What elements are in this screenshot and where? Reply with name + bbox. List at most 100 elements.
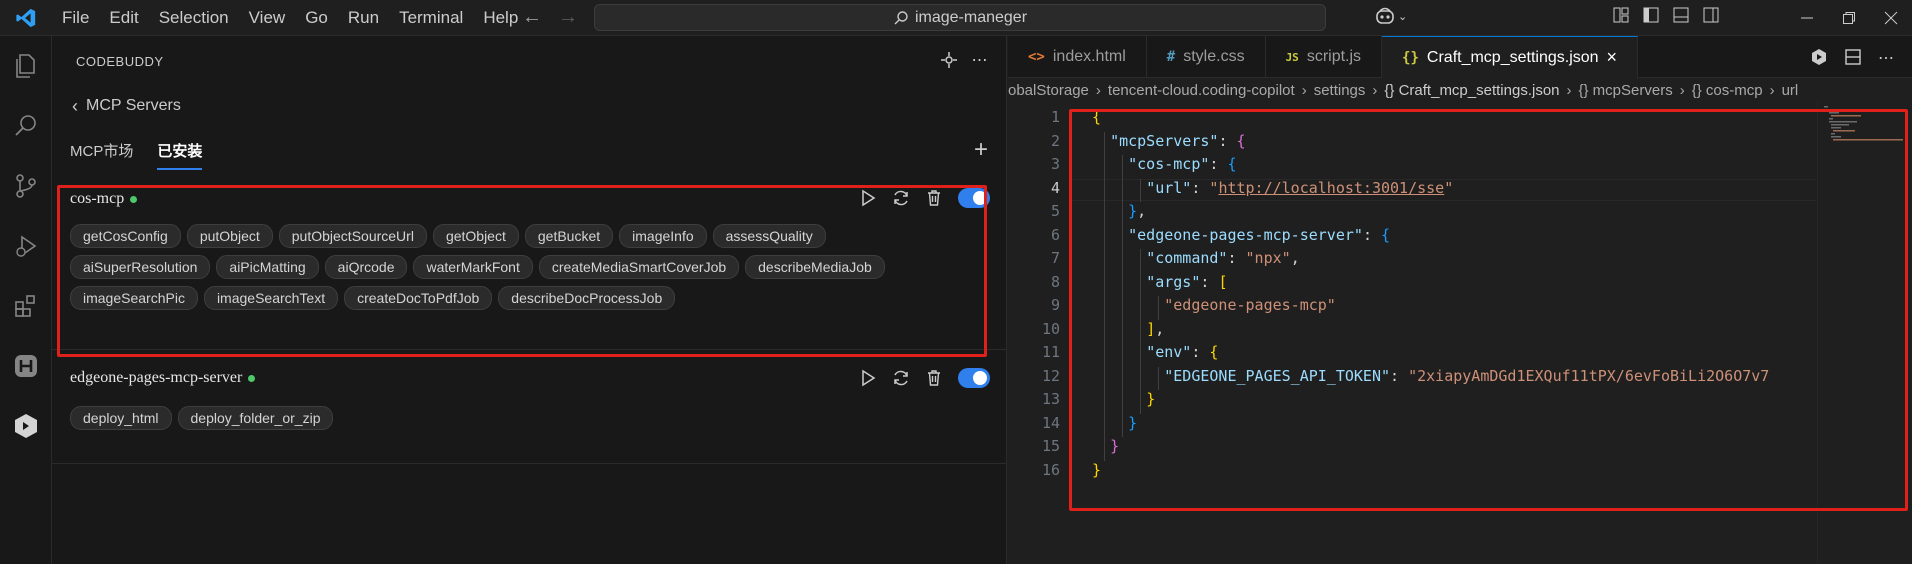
tool-chip: deploy_html — [70, 406, 172, 430]
forward-arrow-icon[interactable]: → — [558, 6, 578, 29]
tab-style-css[interactable]: # style.css — [1147, 36, 1266, 78]
source-control-icon[interactable] — [0, 156, 52, 216]
breadcrumb-item[interactable]: url — [1782, 82, 1799, 99]
line-number: 2 — [1050, 131, 1060, 150]
tab-installed[interactable]: 已安装 — [157, 126, 203, 174]
breadcrumb-item[interactable]: {} Craft_mcp_settings.json — [1384, 82, 1559, 99]
trash-icon[interactable] — [926, 369, 942, 387]
refresh-icon[interactable] — [892, 189, 910, 207]
tab-mcp-market[interactable]: MCP市场 — [70, 126, 133, 174]
refresh-icon[interactable] — [892, 369, 910, 387]
line-number: 16 — [1041, 460, 1060, 479]
breadcrumb-item[interactable]: {} cos-mcp — [1692, 82, 1763, 99]
code-line: "args": [ — [1146, 272, 1228, 291]
split-editor-icon[interactable] — [1844, 48, 1862, 66]
tool-chip: deploy_folder_or_zip — [177, 406, 334, 430]
server-name: cos-mcp — [70, 190, 125, 207]
tab-label: style.css — [1183, 48, 1245, 65]
tool-chip: describeMediaJob — [745, 255, 885, 279]
server-enable-toggle[interactable] — [958, 368, 990, 388]
tab-label: Craft_mcp_settings.json — [1426, 48, 1599, 66]
search-text: image-maneger — [914, 8, 1028, 26]
menu-bar: File Edit Selection View Go Run Terminal… — [52, 0, 528, 36]
menu-file[interactable]: File — [52, 0, 99, 36]
code-line: "command": "npx", — [1146, 249, 1300, 267]
server-name: edgeone-pages-mcp-server — [70, 369, 243, 386]
tool-chip: imageInfo — [619, 224, 707, 248]
breadcrumb-item[interactable]: tencent-cloud.coding-copilot — [1108, 82, 1295, 99]
breadcrumb-separator: › — [1566, 81, 1572, 99]
breadcrumb-item[interactable]: settings — [1314, 82, 1366, 99]
line-number: 1 — [1050, 108, 1060, 126]
trash-icon[interactable] — [926, 189, 942, 207]
toggle-primary-sidebar-icon[interactable] — [1642, 6, 1660, 24]
line-number: 14 — [1041, 413, 1060, 432]
breadcrumb-item[interactable]: {} mcpServers — [1579, 82, 1673, 99]
chevron-down-icon: ⌄ — [1398, 10, 1408, 23]
line-number: 12 — [1041, 366, 1060, 385]
back-arrow-icon[interactable]: ← — [522, 6, 542, 29]
breadcrumb-separator: › — [1769, 81, 1775, 99]
menu-help[interactable]: Help — [473, 0, 528, 36]
customize-layout-icon[interactable] — [1612, 6, 1630, 24]
tool-chip: assessQuality — [712, 224, 826, 248]
vscode-logo-icon[interactable] — [0, 7, 52, 29]
code-line: ], — [1146, 319, 1165, 338]
server-card-cos-mcp: cos-mcp getCosConfig putObject putObject… — [52, 174, 1006, 350]
breadcrumb-separator: › — [1679, 81, 1685, 99]
play-icon[interactable] — [860, 369, 876, 387]
line-number: 3 — [1050, 155, 1060, 173]
search-icon — [894, 10, 908, 24]
tab-craft-mcp-settings[interactable]: {} Craft_mcp_settings.json × — [1382, 36, 1639, 78]
close-tab-icon[interactable]: × — [1607, 47, 1618, 68]
more-actions-icon[interactable]: ⋯ — [1878, 48, 1894, 68]
menu-run[interactable]: Run — [338, 0, 389, 36]
menu-terminal[interactable]: Terminal — [389, 0, 473, 36]
tool-chip: createDocToPdfJob — [344, 286, 493, 310]
menu-selection[interactable]: Selection — [149, 0, 239, 36]
menu-go[interactable]: Go — [295, 0, 338, 36]
tool-chip: aiPicMatting — [216, 255, 319, 279]
line-number: 9 — [1050, 296, 1060, 314]
more-actions-icon[interactable]: ⋯ — [972, 50, 989, 70]
codebuddy-panel: CODEBUDDY ⋯ ‹ MCP Servers MCP市场 已安装 + co… — [52, 36, 1007, 564]
codebuddy-action-icon[interactable] — [1810, 48, 1828, 66]
run-debug-icon[interactable] — [0, 216, 52, 276]
breadcrumb-separator: › — [1301, 81, 1307, 99]
tab-script-js[interactable]: JS script.js — [1266, 36, 1383, 78]
menu-edit[interactable]: Edit — [99, 0, 148, 36]
back-to-mcp-servers[interactable]: ‹ MCP Servers — [52, 86, 1006, 126]
copilot-button[interactable]: ⌄ — [1374, 6, 1407, 26]
minimize-icon[interactable] — [1786, 0, 1828, 36]
line-number: 11 — [1041, 343, 1060, 361]
copilot-icon — [1376, 7, 1394, 24]
tool-chip: getObject — [432, 224, 519, 248]
explorer-icon[interactable] — [0, 36, 52, 96]
mcp-settings-icon[interactable] — [940, 51, 958, 69]
code-line: "cos-mcp": { — [1128, 155, 1237, 173]
extensions-icon[interactable] — [0, 276, 52, 336]
code-line: } — [1146, 390, 1156, 408]
tool-list: getCosConfig putObject putObjectSourceUr… — [68, 224, 968, 310]
toggle-secondary-sidebar-icon[interactable] — [1702, 6, 1720, 24]
activity-bar — [0, 36, 52, 564]
command-center-search[interactable]: image-maneger — [594, 4, 1326, 31]
menu-view[interactable]: View — [239, 0, 296, 36]
code-editor[interactable]: 1 {2 "mcpServers": {3 "cos-mcp": {4 "url"… — [1008, 102, 1912, 542]
line-number: 8 — [1050, 272, 1060, 291]
status-dot — [248, 374, 256, 382]
add-server-icon[interactable]: + — [974, 136, 988, 164]
search-icon[interactable] — [0, 96, 52, 156]
toggle-panel-icon[interactable] — [1672, 6, 1690, 24]
restore-icon[interactable] — [1828, 0, 1870, 36]
server-enable-toggle[interactable] — [958, 188, 990, 208]
play-icon[interactable] — [860, 189, 876, 207]
minimap[interactable] — [1817, 102, 1912, 564]
breadcrumb-item[interactable]: obalStorage — [1008, 82, 1089, 99]
tab-index-html[interactable]: <> index.html — [1008, 36, 1147, 78]
chevron-left-icon: ‹ — [72, 95, 78, 116]
h-extension-icon[interactable] — [0, 336, 52, 396]
codebuddy-icon[interactable] — [0, 396, 52, 456]
code-line: } — [1128, 413, 1138, 432]
close-icon[interactable] — [1870, 0, 1912, 36]
